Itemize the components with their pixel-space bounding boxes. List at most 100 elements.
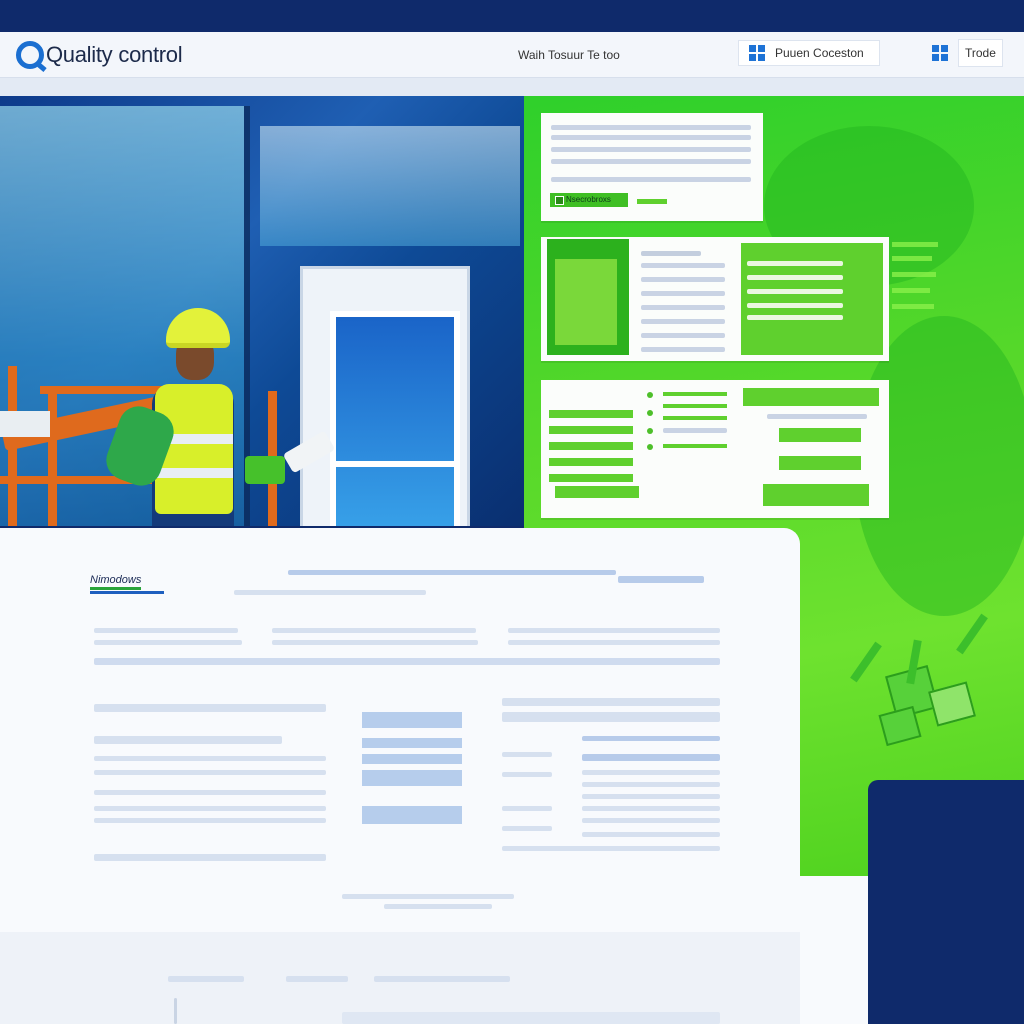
chart-line [747, 261, 843, 266]
list-line [663, 444, 727, 448]
list-line [663, 392, 727, 396]
text-line [551, 135, 751, 140]
decorative-cubes [850, 610, 990, 760]
quality-q-icon [16, 41, 44, 69]
app-header: Quality control Waih Tosuur Te too Puuen … [0, 32, 1024, 78]
doc-input-field[interactable] [362, 754, 462, 764]
top-band [0, 0, 1024, 32]
text-line [641, 333, 725, 338]
doc-table-line [582, 818, 720, 823]
doc-table-line [582, 736, 720, 741]
app-logo[interactable]: Quality control [16, 40, 183, 70]
doc-column-header [94, 640, 242, 645]
doc-text-line [94, 756, 326, 761]
text-line [641, 251, 701, 256]
header-pill-label: Puuen Coceston [775, 46, 864, 60]
doc-text-line [94, 770, 326, 775]
toolbar-item[interactable] [168, 976, 244, 982]
doc-text-line [502, 806, 552, 811]
list-line [663, 416, 727, 420]
stack-bar [549, 474, 633, 482]
card-indicator [637, 199, 667, 204]
chart-area [741, 243, 883, 355]
doc-text-line [502, 712, 720, 722]
list-bullet [647, 428, 653, 434]
crystal-shard [850, 641, 882, 683]
doc-table-line [582, 794, 720, 799]
doc-heading-line [288, 570, 616, 575]
doc-text-line [502, 772, 552, 777]
crystal-shard [956, 613, 988, 655]
checklist-card[interactable] [541, 380, 889, 518]
cube-shape [928, 681, 976, 727]
text-line [551, 159, 751, 164]
text-line [641, 263, 725, 268]
doc-table-line [582, 832, 720, 837]
doc-table-line [502, 846, 720, 851]
text-line [551, 125, 751, 130]
toolbar-item[interactable] [374, 976, 510, 982]
text-line [767, 414, 867, 419]
bg-line [892, 304, 934, 309]
text-line [641, 347, 725, 352]
doc-table-line [582, 754, 720, 761]
doc-text-line [502, 826, 552, 831]
stack-base [555, 486, 639, 498]
doc-text-line [94, 854, 326, 861]
doc-table-line [582, 770, 720, 775]
list-line [663, 404, 727, 408]
doc-table-line [582, 806, 720, 811]
doc-input-field[interactable] [362, 770, 462, 786]
app-title-prefix: Quality [46, 42, 113, 67]
doc-field-label [94, 736, 282, 744]
status-button[interactable] [779, 456, 861, 470]
doc-text-line [502, 698, 720, 706]
doc-input-field[interactable] [362, 806, 462, 824]
bottom-toolbar [0, 932, 800, 1024]
window-mullion [330, 461, 460, 467]
window-pane [330, 311, 460, 526]
doc-column-header [508, 628, 720, 633]
app-title-suffix: control [118, 42, 183, 67]
cube-shape [878, 705, 922, 747]
bg-line [892, 242, 938, 247]
text-line [551, 147, 751, 152]
list-bullet [647, 392, 653, 398]
chart-line [747, 289, 843, 294]
doc-column-header [508, 640, 720, 645]
stack-bar [549, 458, 633, 466]
doc-text-line [94, 790, 326, 795]
doc-text-line [94, 818, 326, 823]
doc-table-line [582, 782, 720, 787]
document-logo[interactable]: Nimodows [90, 574, 142, 590]
submit-button[interactable] [763, 484, 869, 506]
navy-corner-block [868, 780, 1024, 1024]
status-button[interactable] [779, 428, 861, 442]
doc-divider [94, 658, 720, 665]
header-pill-button[interactable]: Puuen Coceston [738, 40, 880, 66]
status-header [743, 388, 879, 406]
hero-illustration [0, 96, 524, 526]
card-action-button[interactable]: Nsecrobroxs [550, 193, 628, 207]
toolbar-input[interactable] [342, 1012, 720, 1024]
toolbar-item[interactable] [286, 976, 348, 982]
doc-column-header [94, 628, 238, 633]
doc-input-field[interactable] [362, 738, 462, 748]
doc-input-field[interactable] [362, 712, 462, 728]
text-line [641, 305, 725, 310]
doc-tag[interactable] [618, 576, 704, 583]
list-line [663, 428, 727, 433]
doc-subheading-line [234, 590, 426, 595]
metrics-card[interactable] [541, 237, 889, 361]
list-bullet [647, 410, 653, 416]
bg-line [892, 256, 932, 261]
header-trade-label: Trode [958, 39, 1003, 67]
header-trade-button[interactable]: Trode [922, 39, 1010, 67]
windows-logo-icon [932, 45, 948, 61]
report-card[interactable]: Nsecrobroxs [541, 113, 763, 221]
bg-line [892, 288, 930, 293]
header-nav-link[interactable]: Waih Tosuur Te too [518, 48, 620, 62]
chart-block-inner [555, 259, 617, 345]
chart-line [747, 315, 843, 320]
scaffold-bar [40, 386, 170, 394]
